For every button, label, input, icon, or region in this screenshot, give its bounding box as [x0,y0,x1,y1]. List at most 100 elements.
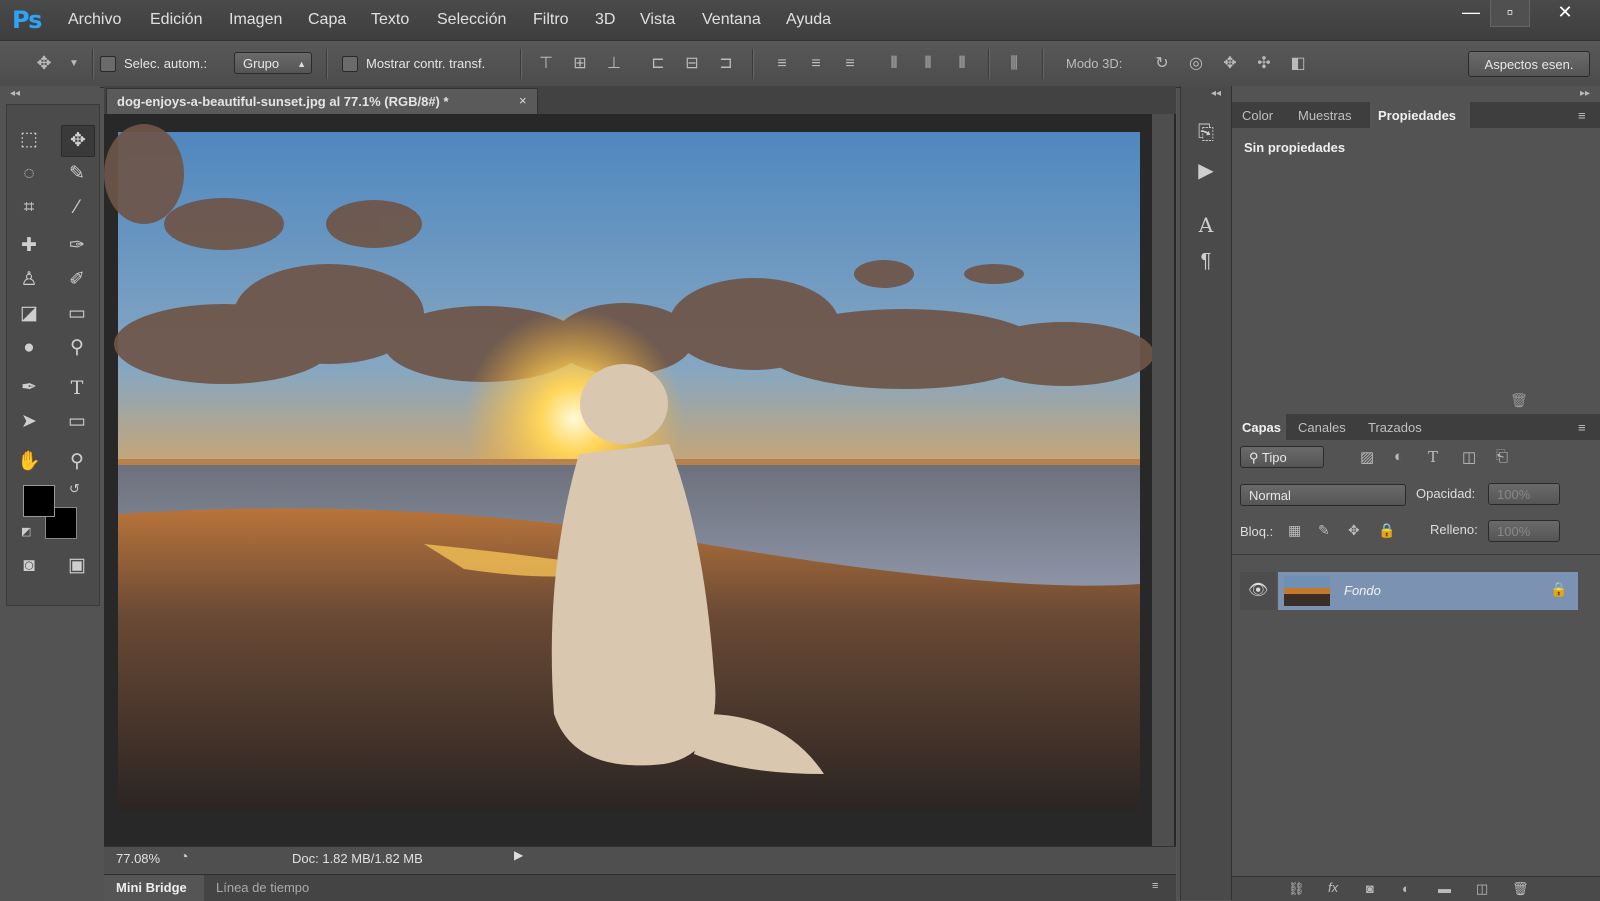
clone-stamp-tool-icon[interactable]: ♙ [13,265,45,295]
tab-mini-bridge[interactable]: Mini Bridge [116,880,187,895]
distribute-vcenter-icon[interactable]: ≡ [806,54,826,74]
blend-mode-dropdown[interactable]: Normal [1240,484,1406,506]
zoom-tool-icon[interactable]: ⚲ [61,447,93,477]
drag-3d-icon[interactable]: ✥ [1220,54,1240,74]
trash-icon[interactable]: 🗑 [1510,392,1528,409]
blur-tool-icon[interactable]: ● [13,333,45,363]
document-tab[interactable]: dog-enjoys-a-beautiful-sunset.jpg al 77.… [106,88,538,115]
fill-input[interactable]: 100% [1488,520,1560,542]
layer-row-fondo[interactable]: Fondo 🔒 [1278,572,1578,610]
gradient-tool-icon[interactable]: ▭ [61,299,93,329]
screen-mode-icon[interactable]: ▣ [61,551,93,581]
swap-colors-icon[interactable]: ↺ [69,481,80,497]
menu-ayuda[interactable]: Ayuda [786,11,831,29]
lock-transparent-icon[interactable]: ▦ [1288,522,1301,539]
status-menu-arrow-icon[interactable]: ▶ [514,848,523,862]
filter-shape-icon[interactable]: ◫ [1462,448,1476,466]
tab-channels[interactable]: Canales [1298,420,1346,435]
quick-selection-tool-icon[interactable]: ✎ [61,159,93,189]
align-bottom-icon[interactable]: ⊥ [604,54,624,74]
foreground-color-swatch-front[interactable] [23,485,55,517]
distribute-bottom-icon[interactable]: ≡ [840,54,860,74]
healing-brush-tool-icon[interactable]: ✚ [13,231,45,261]
close-document-icon[interactable]: × [519,93,527,108]
panel-menu-icon[interactable]: ≡ [1152,880,1158,892]
show-transform-checkbox[interactable] [342,56,358,72]
scale-3d-icon[interactable]: ◧ [1288,54,1308,74]
menu-vista[interactable]: Vista [640,11,675,29]
eraser-tool-icon[interactable]: ◪ [13,299,45,329]
history-brush-tool-icon[interactable]: ✐ [61,265,93,295]
rotate-3d-icon[interactable]: ↻ [1152,54,1172,74]
new-group-icon[interactable]: ▬ [1438,881,1451,896]
eyedropper-tool-icon[interactable]: ⁄ [61,193,93,223]
minimize-button[interactable]: — [1452,0,1490,26]
menu-filtro[interactable]: Filtro [533,11,569,29]
maximize-button[interactable]: ▫ [1490,0,1530,27]
close-button[interactable]: ✕ [1542,0,1588,26]
menu-imagen[interactable]: Imagen [229,11,282,29]
menu-seleccion[interactable]: Selección [437,11,506,29]
move-tool-icon[interactable]: ✥ [61,125,95,157]
adjustment-layer-icon[interactable]: ◐ [1402,881,1410,896]
align-left-icon[interactable]: ⊏ [648,54,668,74]
chevron-down-icon[interactable]: ▼ [64,54,84,74]
align-right-icon[interactable]: ⊐ [716,54,736,74]
panel-menu-icon[interactable]: ≡ [1578,420,1586,435]
eye-icon[interactable]: 👁 [1248,580,1268,600]
character-panel-icon[interactable]: A [1193,212,1219,238]
canvas-area[interactable] [104,114,1176,846]
new-layer-icon[interactable]: ◫ [1476,881,1488,897]
move-tool-preset-icon[interactable]: ✥ [34,53,54,73]
tab-layers[interactable]: Capas [1242,420,1281,435]
dodge-tool-icon[interactable]: ⚲ [61,333,93,363]
tab-paths[interactable]: Trazados [1368,420,1422,435]
filter-pixel-icon[interactable]: ▨ [1360,448,1374,466]
default-colors-icon[interactable]: ◩ [21,525,31,538]
layer-filter-dropdown[interactable]: ⚲ Tipo [1240,446,1324,468]
history-panel-icon[interactable]: ⎘ [1193,120,1219,146]
layer-style-icon[interactable]: fx [1328,880,1338,895]
tab-timeline[interactable]: Línea de tiempo [216,880,309,895]
zoom-level[interactable]: 77.08% [116,851,160,866]
collapse-dock-icon[interactable]: ◂◂ [1211,88,1221,99]
path-selection-tool-icon[interactable]: ➤ [13,407,45,437]
delete-layer-icon[interactable]: 🗑 [1512,881,1529,897]
menu-edicion[interactable]: Edición [150,11,202,29]
lock-all-icon[interactable]: 🔒 [1378,522,1395,539]
brush-tool-icon[interactable]: ✑ [61,231,93,261]
expand-panels-icon[interactable]: ▸▸ [1580,88,1590,99]
type-tool-icon[interactable]: T [61,373,93,403]
opacity-input[interactable]: 100% [1488,483,1560,505]
lock-position-icon[interactable]: ✥ [1348,522,1360,539]
paragraph-panel-icon[interactable]: ¶ [1193,248,1219,274]
vertical-scrollbar[interactable] [1152,114,1174,846]
crop-tool-icon[interactable]: ⌗ [13,193,45,223]
collapse-toolbar-icon[interactable]: ◂◂ [10,88,20,99]
distribute-right-icon[interactable]: ⦀ [952,54,972,74]
lasso-tool-icon[interactable]: ◌ [13,159,45,189]
quick-mask-icon[interactable]: ◙ [13,551,45,581]
link-layers-icon[interactable]: ⛓ [1288,881,1305,897]
workspace-button[interactable]: Aspectos esen. [1468,51,1590,77]
pen-tool-icon[interactable]: ✒ [13,373,45,403]
distribute-top-icon[interactable]: ≡ [772,54,792,74]
auto-select-dropdown[interactable]: Grupo ▲ [234,52,312,74]
actions-panel-icon[interactable]: ▶ [1193,158,1219,184]
lock-pixels-icon[interactable]: ✎ [1318,522,1330,539]
filter-type-icon[interactable]: T [1428,448,1438,466]
hand-tool-icon[interactable]: ✋ [13,447,45,477]
distribute-left-icon[interactable]: ⦀ [884,54,904,74]
menu-archivo[interactable]: Archivo [68,11,121,29]
align-vcenter-icon[interactable]: ⊞ [570,54,590,74]
rectangular-marquee-tool-icon[interactable]: ⬚ [13,125,45,155]
filter-adjustment-icon[interactable]: ◐ [1394,448,1403,465]
auto-align-icon[interactable]: ⫼ [1004,54,1024,74]
tab-properties[interactable]: Propiedades [1378,108,1456,123]
align-top-icon[interactable]: ⊤ [536,54,556,74]
panel-menu-icon[interactable]: ≡ [1578,108,1586,123]
tab-swatches[interactable]: Muestras [1298,108,1351,123]
slide-3d-icon[interactable]: ✣ [1254,54,1274,74]
menu-ventana[interactable]: Ventana [702,11,761,29]
status-info-icon[interactable]: ◔ [180,848,188,864]
